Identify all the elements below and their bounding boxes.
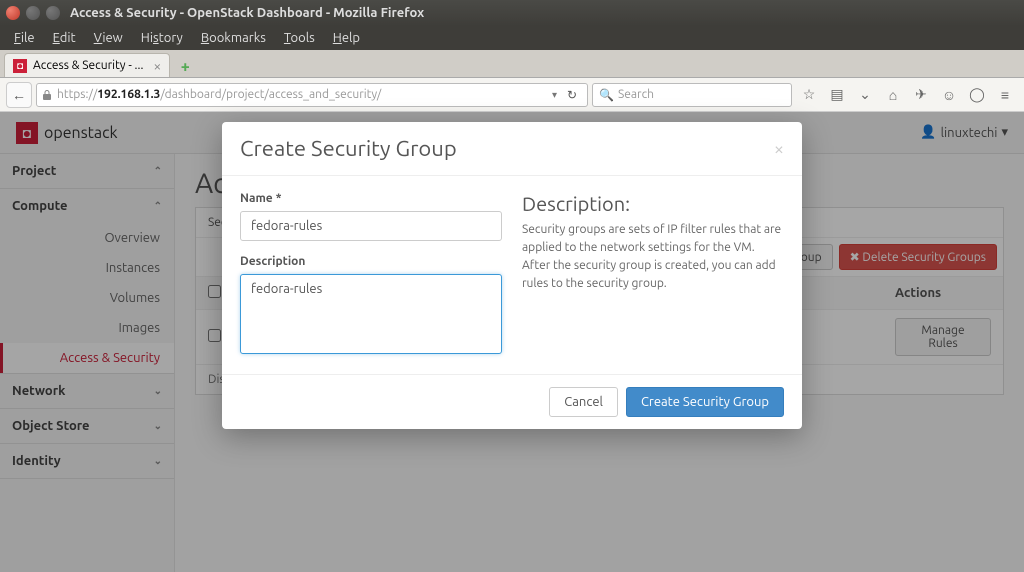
tab-favicon-icon: ◘ — [13, 59, 27, 73]
page: ◘ openstack ▦ Innovation ▾ 👤 linuxtechi … — [0, 112, 1024, 572]
create-security-group-modal: Create Security Group × Name * Descripti… — [222, 122, 802, 429]
lock-icon — [41, 89, 53, 101]
menubar: File Edit View History Bookmarks Tools H… — [0, 26, 1024, 50]
name-input[interactable] — [240, 211, 502, 241]
shield-icon[interactable]: ◯ — [964, 83, 990, 107]
search-icon: 🔍 — [599, 88, 614, 102]
menu-help[interactable]: Help — [325, 29, 368, 47]
new-tab-button[interactable]: + — [174, 57, 196, 77]
tab-title: Access & Security - ... — [33, 59, 143, 72]
search-bar[interactable]: 🔍 Search — [592, 83, 792, 107]
search-placeholder: Search — [618, 88, 654, 101]
window-titlebar: Access & Security - OpenStack Dashboard … — [0, 0, 1024, 26]
submit-button[interactable]: Create Security Group — [626, 387, 784, 417]
description-textarea[interactable] — [240, 274, 502, 354]
tab-close-icon[interactable]: × — [153, 58, 161, 74]
hamburger-menu-icon[interactable]: ≡ — [992, 83, 1018, 107]
modal-close-button[interactable]: × — [774, 139, 784, 159]
url-history-dropdown-icon[interactable]: ▾ — [548, 89, 561, 101]
modal-title: Create Security Group — [240, 136, 457, 161]
url-host: 192.168.1.3 — [97, 88, 160, 101]
description-label: Description — [240, 255, 502, 268]
url-path: /dashboard/project/access_and_security/ — [160, 88, 381, 101]
menu-view[interactable]: View — [86, 29, 131, 47]
chat-icon[interactable]: ☺ — [936, 83, 962, 107]
menu-tools[interactable]: Tools — [276, 29, 323, 47]
bookmarks-list-icon[interactable]: ▤ — [824, 83, 850, 107]
cancel-button[interactable]: Cancel — [549, 387, 618, 417]
send-icon[interactable]: ✈ — [908, 83, 934, 107]
menu-history[interactable]: History — [133, 29, 191, 47]
menu-edit[interactable]: Edit — [45, 29, 84, 47]
modal-backdrop[interactable]: Create Security Group × Name * Descripti… — [0, 112, 1024, 572]
browser-tabbar: ◘ Access & Security - ... × + — [0, 50, 1024, 78]
bookmark-star-icon[interactable]: ☆ — [796, 83, 822, 107]
window-title: Access & Security - OpenStack Dashboard … — [70, 6, 424, 20]
url-protocol: https:// — [57, 88, 97, 101]
window-close-button[interactable] — [6, 6, 20, 20]
window-minimize-button[interactable] — [26, 6, 40, 20]
browser-tab[interactable]: ◘ Access & Security - ... × — [4, 53, 170, 77]
menu-file[interactable]: File — [6, 29, 43, 47]
pocket-icon[interactable]: ⌄ — [852, 83, 878, 107]
window-maximize-button[interactable] — [46, 6, 60, 20]
help-text: Security groups are sets of IP filter ru… — [522, 221, 784, 293]
help-title: Description: — [522, 192, 784, 215]
browser-toolbar: ← https:// 192.168.1.3 /dashboard/projec… — [0, 78, 1024, 112]
menu-bookmarks[interactable]: Bookmarks — [193, 29, 274, 47]
url-bar[interactable]: https:// 192.168.1.3 /dashboard/project/… — [36, 83, 588, 107]
back-button[interactable]: ← — [6, 82, 32, 108]
reload-button[interactable]: ↻ — [561, 88, 583, 102]
home-icon[interactable]: ⌂ — [880, 83, 906, 107]
name-label: Name * — [240, 192, 502, 205]
